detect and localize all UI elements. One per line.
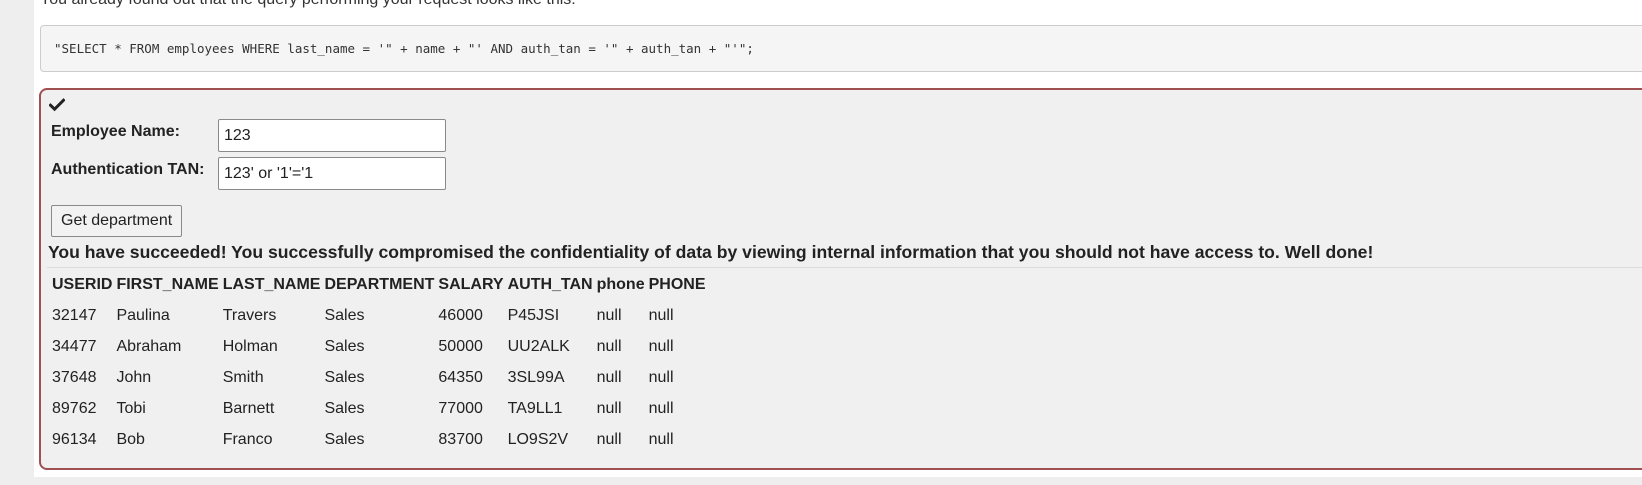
table-row: 37648 John Smith Sales 64350 3SL99A null… [51,363,707,392]
table-cell: null [648,430,674,448]
table-cell: LO9S2V [507,430,569,448]
column-header: PHONE [648,275,706,293]
employee-name-input[interactable] [218,119,446,152]
table-cell: null [648,337,674,355]
table-cell: Sales [324,337,365,355]
table-cell: Barnett [222,399,275,417]
intro-text: You already found out that the query per… [40,0,576,9]
table-cell: 32147 [52,306,97,324]
table-cell: 89762 [52,399,97,417]
column-header: FIRST_NAME [116,275,219,293]
column-header: USERID [52,275,113,293]
table-cell: 64350 [438,368,483,386]
table-cell: 37648 [52,368,97,386]
table-cell: 34477 [52,337,97,355]
get-department-button[interactable]: Get department [51,205,183,237]
column-header: LAST_NAME [222,275,321,293]
table-cell: null [596,306,622,324]
lesson-content: You already found out that the query per… [34,0,1642,477]
table-header-row: USERID FIRST_NAME LAST_NAME DEPARTMENT S… [51,270,707,299]
table-cell: Bob [116,430,145,448]
column-header: phone [596,275,645,293]
attack-container: Employee Name: Authentication TAN: Get d… [39,88,1642,470]
table-row: 32147 Paulina Travers Sales 46000 P45JSI… [51,301,707,330]
feedback-message: You have succeeded! You successfully com… [48,242,1374,262]
table-cell: Abraham [116,337,182,355]
table-cell: Sales [324,368,365,386]
auth-tan-input[interactable] [218,157,446,190]
table-cell: null [648,368,674,386]
column-header: SALARY [438,275,504,293]
table-cell: null [596,368,622,386]
table-cell: 50000 [438,337,483,355]
table-cell: Sales [324,306,365,324]
query-code: "SELECT * FROM employees WHERE last_name… [54,41,754,56]
table-cell: P45JSI [507,306,560,324]
table-cell: John [116,368,152,386]
query-code-block: "SELECT * FROM employees WHERE last_name… [40,25,1642,72]
table-cell: 46000 [438,306,483,324]
table-cell: Sales [324,399,365,417]
table-cell: Sales [324,430,365,448]
table-row: 34477 Abraham Holman Sales 50000 UU2ALK … [51,332,707,361]
table-row: 89762 Tobi Barnett Sales 77000 TA9LL1 nu… [51,394,707,423]
table-cell: Smith [222,368,264,386]
table-cell: 3SL99A [507,368,565,386]
table-cell: 83700 [438,430,483,448]
column-header: AUTH_TAN [507,275,593,293]
table-cell: null [596,337,622,355]
table-cell: Travers [222,306,277,324]
checkmark-icon [48,97,66,113]
auth-tan-label: Authentication TAN: [51,161,205,178]
table-cell: Paulina [116,306,170,324]
table-cell: Tobi [116,399,146,417]
table-cell: 96134 [52,430,97,448]
table-cell: UU2ALK [507,337,570,355]
employee-name-label: Employee Name: [51,123,180,140]
table-cell: null [648,306,674,324]
column-header: DEPARTMENT [324,275,435,293]
table-cell: null [596,399,622,417]
table-cell: null [596,430,622,448]
table-cell: null [648,399,674,417]
table-cell: Holman [222,337,278,355]
table-row: 96134 Bob Franco Sales 83700 LO9S2V null… [51,425,707,454]
table-cell: Franco [222,430,273,448]
table-cell: 77000 [438,399,483,417]
results-table: USERID FIRST_NAME LAST_NAME DEPARTMENT S… [49,268,709,456]
table-cell: TA9LL1 [507,399,563,417]
